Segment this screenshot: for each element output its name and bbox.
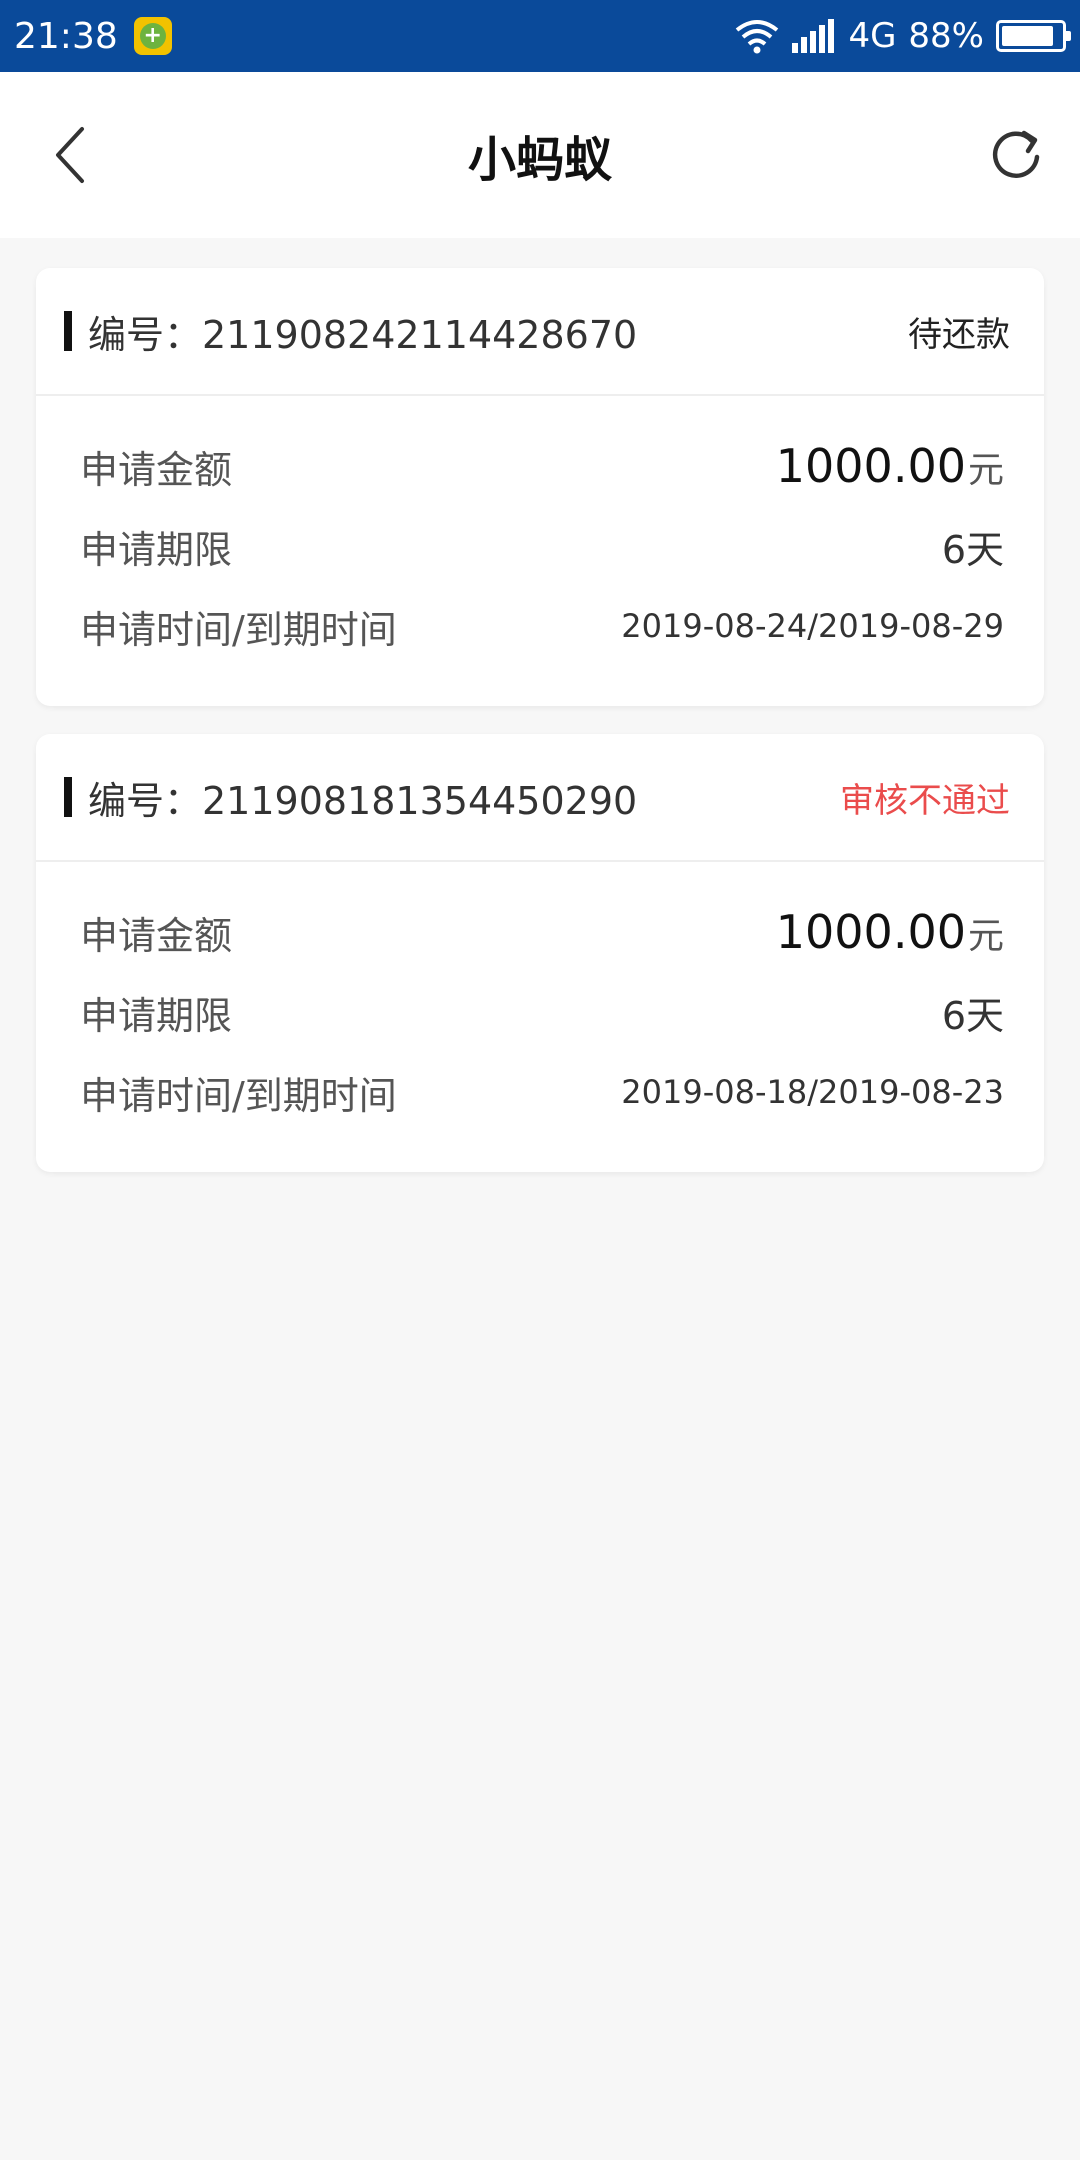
date-label: 申请时间/到期时间 <box>80 607 397 652</box>
term-row: 申请期限 6天 <box>80 972 1004 1052</box>
term-value: 6天 <box>941 993 1004 1038</box>
amount-label: 申请金额 <box>80 913 233 958</box>
signal-icon <box>792 19 836 53</box>
refresh-icon <box>992 130 1040 178</box>
order-status: 审核不通过 <box>840 780 1010 821</box>
accent-bar <box>64 777 72 817</box>
date-label: 申请时间/到期时间 <box>80 1073 397 1118</box>
order-number: 编号：211908181354450290 <box>88 778 638 823</box>
date-row: 申请时间/到期时间 2019-08-18/2019-08-23 <box>80 1052 1004 1132</box>
amount-unit: 元 <box>967 916 1004 957</box>
term-row: 申请期限 6天 <box>80 506 1004 586</box>
amount-row: 申请金额 1000.00元 <box>80 426 1004 506</box>
battery-percent: 88% <box>908 16 984 56</box>
status-bar: 21:38 + 4G 88% <box>0 0 1080 72</box>
chevron-left-icon <box>56 127 84 183</box>
amount-value: 1000.00 <box>775 905 966 959</box>
order-card-header: 编号：211908242114428670 待还款 <box>36 268 1044 396</box>
term-label: 申请期限 <box>80 527 233 572</box>
term-value: 6天 <box>941 527 1004 572</box>
amount-label: 申请金额 <box>80 447 233 492</box>
amount-unit: 元 <box>967 450 1004 491</box>
refresh-button[interactable] <box>980 119 1052 191</box>
amount-value: 1000.00 <box>775 439 966 493</box>
status-time: 21:38 <box>14 15 118 57</box>
page-title: 小蚂蚁 <box>467 132 612 188</box>
date-value: 2019-08-18/2019-08-23 <box>621 1073 1004 1111</box>
order-status: 待还款 <box>908 314 1010 355</box>
app-bar: 小蚂蚁 <box>0 72 1080 238</box>
order-card[interactable]: 编号：211908242114428670 待还款 申请金额 1000.00元 … <box>36 268 1044 706</box>
term-label: 申请期限 <box>80 993 233 1038</box>
date-row: 申请时间/到期时间 2019-08-24/2019-08-29 <box>80 586 1004 666</box>
accent-bar <box>64 311 72 351</box>
back-button[interactable] <box>40 115 100 195</box>
date-value: 2019-08-24/2019-08-29 <box>621 607 1004 645</box>
network-type: 4G <box>848 16 897 56</box>
order-number: 编号：211908242114428670 <box>88 312 638 357</box>
order-card-header: 编号：211908181354450290 审核不通过 <box>36 734 1044 862</box>
wifi-icon <box>734 18 780 54</box>
order-list: 编号：211908242114428670 待还款 申请金额 1000.00元 … <box>36 268 1044 1200</box>
amount-row: 申请金额 1000.00元 <box>80 892 1004 972</box>
battery-icon <box>996 20 1071 52</box>
order-card[interactable]: 编号：211908181354450290 审核不通过 申请金额 1000.00… <box>36 734 1044 1172</box>
app-notification-icon: + <box>133 17 172 55</box>
